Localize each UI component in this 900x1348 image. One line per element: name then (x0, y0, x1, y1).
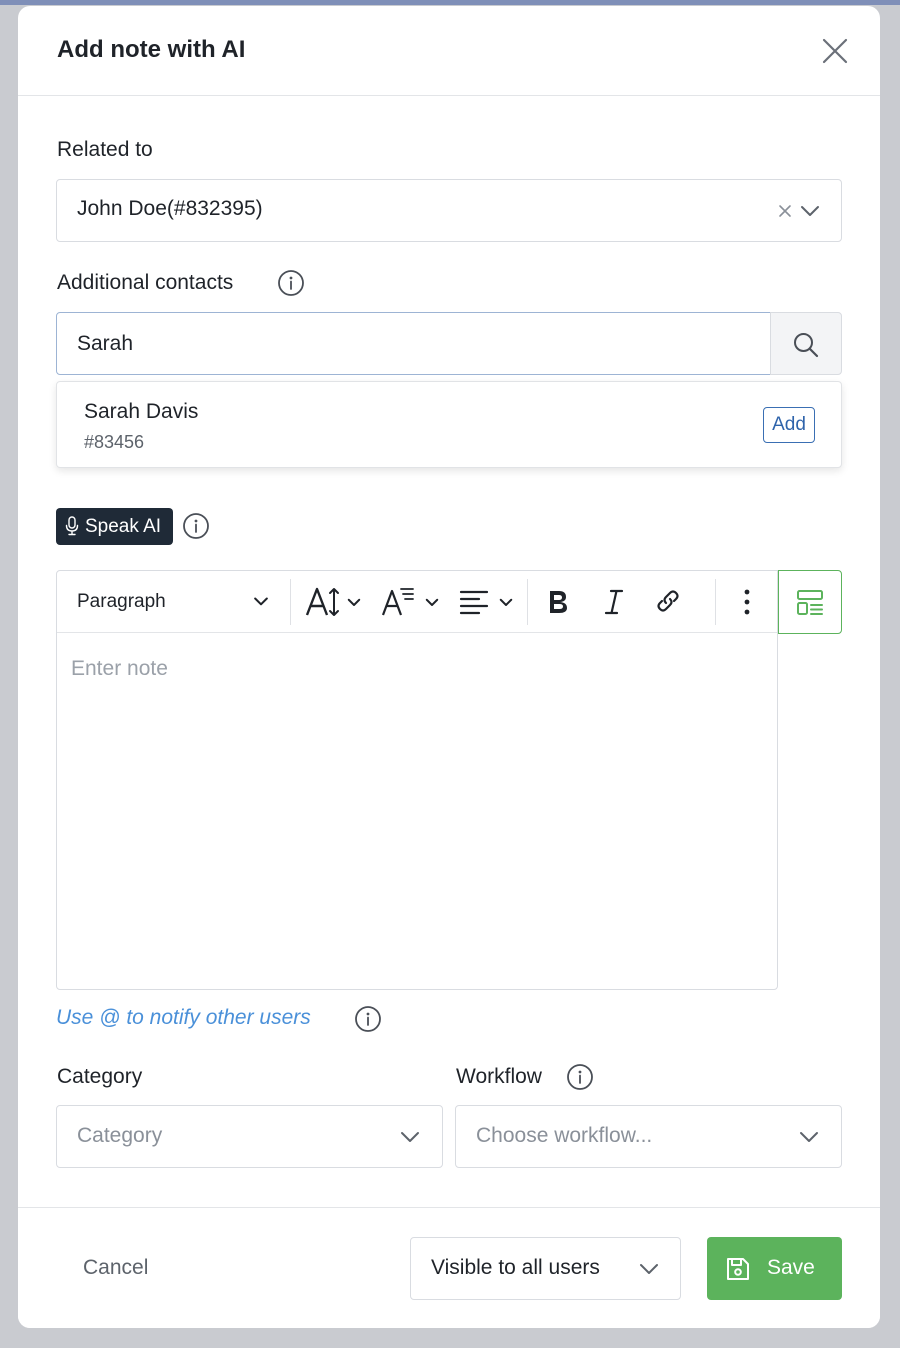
microphone-icon (65, 516, 79, 536)
block-format-select[interactable]: Paragraph (57, 571, 289, 633)
chevron-down-icon (499, 598, 513, 606)
close-icon (822, 38, 848, 64)
chevron-down-icon (401, 1132, 419, 1142)
cancel-button[interactable]: Cancel (83, 1256, 148, 1280)
chevron-down-icon (640, 1264, 658, 1274)
visibility-select[interactable]: Visible to all users (410, 1237, 681, 1300)
toolbar-separator (527, 579, 528, 625)
template-icon (797, 590, 823, 615)
info-icon[interactable] (354, 1005, 382, 1033)
text-style-icon (381, 588, 414, 616)
font-size-button[interactable] (301, 571, 367, 633)
background-strip (0, 0, 900, 5)
search-button[interactable] (770, 312, 842, 375)
chevron-down-icon (425, 598, 439, 606)
contact-suggestion[interactable]: Sarah Davis #83456 Add (56, 381, 842, 468)
info-icon[interactable] (182, 512, 210, 540)
toolbar-separator (715, 579, 716, 625)
related-to-value: John Doe(#832395) (77, 197, 263, 220)
modal-header: Add note with AI (18, 6, 880, 96)
align-icon (459, 590, 489, 615)
related-to-label: Related to (57, 138, 153, 161)
add-note-modal: Add note with AI Related to John Doe(#83… (18, 6, 880, 1328)
category-label: Category (57, 1065, 143, 1088)
font-size-icon (305, 587, 339, 616)
italic-icon (604, 589, 624, 615)
mention-hint: Use @ to notify other users (56, 1006, 311, 1029)
note-editor: Paragraph Enter note (56, 570, 778, 990)
workflow-placeholder: Choose workflow... (476, 1124, 653, 1147)
toolbar-separator (290, 579, 291, 625)
close-button[interactable] (818, 34, 852, 68)
align-button[interactable] (457, 571, 523, 633)
template-button[interactable] (778, 570, 842, 634)
info-icon[interactable] (566, 1063, 594, 1091)
speak-ai-label: Speak AI (85, 516, 162, 537)
additional-contacts-label: Additional contacts (57, 271, 234, 294)
italic-button[interactable] (595, 571, 635, 633)
bold-button[interactable] (539, 571, 579, 633)
contact-search (56, 312, 842, 375)
note-input[interactable]: Enter note (71, 657, 168, 681)
chevron-down-icon (801, 206, 819, 216)
editor-toolbar: Paragraph (57, 571, 777, 633)
save-button[interactable]: Save (707, 1237, 842, 1300)
modal-title: Add note with AI (57, 36, 246, 63)
chevron-down-icon (254, 597, 268, 606)
suggestion-id: #83456 (84, 432, 145, 452)
clear-icon[interactable] (777, 203, 793, 219)
text-style-button[interactable] (379, 571, 445, 633)
save-label: Save (767, 1256, 815, 1279)
info-icon[interactable] (277, 269, 305, 297)
link-button[interactable] (649, 571, 689, 633)
category-placeholder: Category (77, 1124, 163, 1147)
related-to-select[interactable]: John Doe(#832395) (56, 179, 842, 242)
more-options-button[interactable] (729, 571, 765, 633)
visibility-value: Visible to all users (431, 1256, 600, 1279)
suggestion-name: Sarah Davis (84, 400, 199, 423)
block-format-value: Paragraph (77, 591, 166, 612)
modal-footer: Cancel Visible to all users Save (18, 1207, 880, 1328)
workflow-label: Workflow (456, 1065, 542, 1088)
more-vertical-icon (744, 589, 750, 615)
speak-ai-button[interactable]: Speak AI (56, 508, 173, 545)
bold-icon (550, 591, 567, 613)
add-contact-button[interactable]: Add (763, 407, 815, 443)
workflow-select[interactable]: Choose workflow... (455, 1105, 842, 1168)
chevron-down-icon (347, 598, 361, 606)
contact-search-input[interactable] (56, 312, 771, 375)
link-icon (657, 590, 679, 612)
save-icon (727, 1258, 749, 1280)
chevron-down-icon (800, 1132, 818, 1142)
search-icon (794, 333, 819, 358)
category-select[interactable]: Category (56, 1105, 443, 1168)
